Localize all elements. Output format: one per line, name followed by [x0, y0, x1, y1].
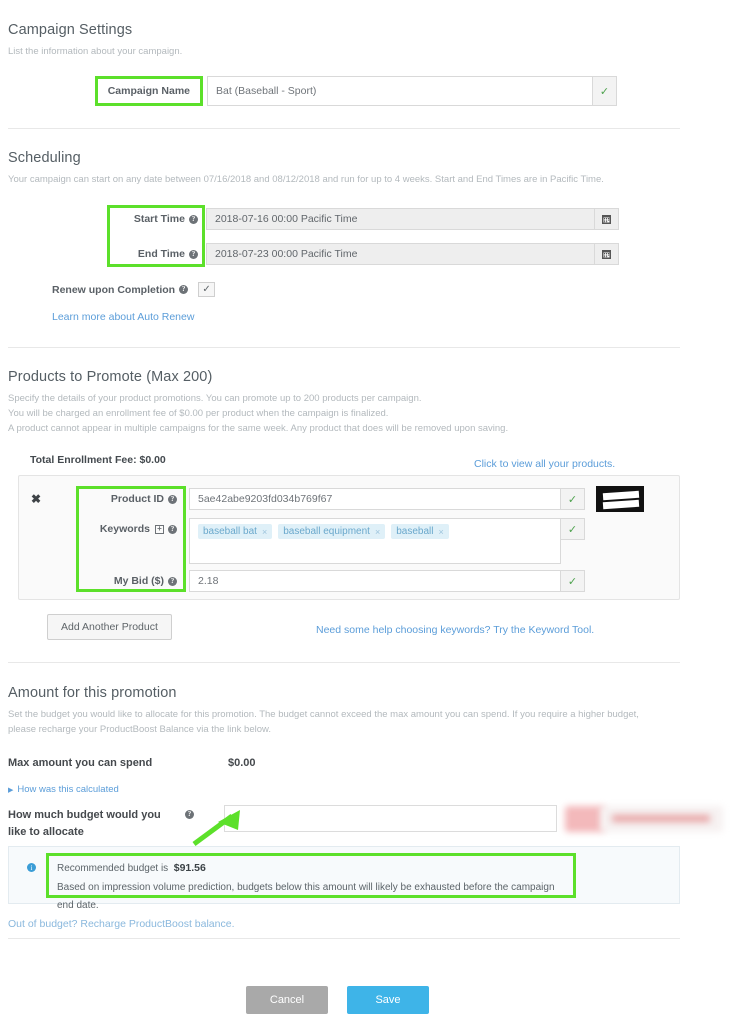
products-section: Products to Promote (Max 200) Specify th… [8, 369, 708, 436]
add-another-product-button[interactable]: Add Another Product [47, 614, 172, 640]
end-time-input[interactable]: 2018-07-23 00:00 Pacific Time [206, 243, 595, 265]
info-icon[interactable]: ? [168, 494, 177, 504]
products-title: Products to Promote (Max 200) [8, 369, 213, 385]
info-icon: i [27, 863, 36, 872]
info-icon[interactable]: ? [168, 576, 177, 586]
info-icon[interactable]: ? [189, 214, 198, 224]
products-subtitle-1: Specify the details of your product prom… [8, 393, 422, 404]
productboost-campaign-form: Campaign Settings List the information a… [0, 0, 736, 1024]
remove-keyword-icon[interactable]: × [438, 527, 443, 537]
view-all-products-link[interactable]: Click to view all your products. [474, 454, 615, 472]
scheduling-subtitle: Your campaign can start on any date betw… [8, 174, 604, 185]
max-spend-label: Max amount you can spend [8, 757, 153, 769]
validation-error-indicator [565, 806, 605, 832]
campaign-name-label: Campaign Name [95, 76, 203, 106]
amount-title: Amount for this promotion [8, 685, 177, 701]
section-divider-3 [8, 662, 680, 663]
keywords-input[interactable]: baseball bat × baseball equipment × base… [189, 518, 561, 564]
remove-keyword-icon[interactable]: × [375, 527, 380, 537]
section-divider-2 [8, 347, 680, 348]
bid-label: My Bid ($) ? [79, 570, 183, 592]
amount-section: Amount for this promotion Set the budget… [8, 685, 698, 737]
start-time-row: Start Time ? 2018-07-16 00:00 Pacific Ti… [110, 208, 619, 230]
product-thumbnail [596, 486, 644, 512]
product-id-input[interactable]: 5ae42abe9203fd034b769f67 [189, 488, 561, 510]
renew-row: Renew upon Completion ? ✓ [52, 282, 216, 297]
triangle-right-icon: ▶ [8, 786, 14, 794]
check-icon: ✓ [593, 76, 617, 106]
recommendation-annotation: Recommended budget is $91.56 Based on im… [46, 853, 576, 911]
amount-subtitle-1: Set the budget you would like to allocat… [8, 709, 639, 720]
max-spend-value: $0.00 [228, 757, 256, 769]
end-time-label: End Time ? [110, 243, 202, 265]
expand-icon[interactable]: + [155, 524, 164, 534]
end-time-row: End Time ? 2018-07-23 00:00 Pacific Time [110, 243, 619, 265]
remove-keyword-icon[interactable]: × [262, 527, 267, 537]
close-icon[interactable]: ✖ [31, 492, 41, 506]
recommended-budget-value: $91.56 [173, 862, 206, 874]
recharge-balance-link[interactable]: Out of budget? Recharge ProductBoost bal… [8, 914, 234, 932]
cancel-button[interactable]: Cancel [246, 986, 328, 1014]
total-enrollment-fee: Total Enrollment Fee: $0.00 [30, 454, 166, 466]
budget-allocate-label: How much budget would you like to alloca… [8, 809, 161, 838]
keyword-text: baseball equipment [283, 526, 370, 537]
campaign-settings-subtitle: List the information about your campaign… [8, 46, 183, 57]
arrow-annotation-icon [192, 810, 240, 847]
renew-label: Renew upon Completion [52, 283, 176, 296]
section-divider-4 [8, 938, 680, 939]
renew-checkbox[interactable]: ✓ [198, 282, 216, 297]
amount-subtitle-2: please recharge your ProductBoost Balanc… [8, 724, 271, 735]
bid-input[interactable]: 2.18 [189, 570, 561, 592]
validation-error-text [612, 815, 710, 822]
campaign-name-input[interactable]: Bat (Baseball - Sport) [207, 76, 593, 106]
scheduling-section: Scheduling Your campaign can start on an… [8, 150, 708, 187]
keyword-tag[interactable]: baseball × [391, 524, 449, 539]
keywords-label: Keywords + ? [79, 518, 183, 540]
product-id-label: Product ID ? [79, 488, 183, 510]
info-icon[interactable]: ? [189, 249, 198, 259]
products-subtitle-2: You will be charged an enrollment fee of… [8, 408, 389, 419]
campaign-name-row: Campaign Name Bat (Baseball - Sport) ✓ [95, 76, 617, 106]
check-icon: ✓ [561, 518, 585, 540]
recommended-line: Recommended budget is $91.56 [57, 862, 206, 874]
recommendation-text: Recommended budget is $91.56 Based on im… [49, 856, 573, 917]
calendar-icon[interactable] [595, 208, 619, 230]
campaign-settings-title: Campaign Settings [8, 22, 133, 38]
recommended-budget-box: i Recommended budget is $91.56 Based on … [8, 846, 680, 911]
campaign-settings-section: Campaign Settings List the information a… [8, 22, 182, 59]
info-icon[interactable]: ? [179, 285, 189, 294]
product-card: ✖ Product ID ? 5ae42abe9203fd034b769f67 … [18, 475, 680, 600]
keywords-row: Keywords + ? baseball bat × baseball equ… [79, 518, 585, 564]
keyword-tool-link[interactable]: Need some help choosing keywords? Try th… [316, 620, 594, 638]
keyword-tag[interactable]: baseball bat × [198, 524, 273, 539]
keyword-tag[interactable]: baseball equipment × [278, 524, 386, 539]
product-id-row: Product ID ? 5ae42abe9203fd034b769f67 ✓ [79, 488, 585, 510]
bid-row: My Bid ($) ? 2.18 ✓ [79, 570, 585, 592]
keyword-text: baseball [396, 526, 434, 537]
products-subtitle-3: A product cannot appear in multiple camp… [8, 423, 509, 434]
auto-renew-link[interactable]: Learn more about Auto Renew [52, 307, 194, 325]
how-was-this-calculated-toggle[interactable]: ▶ How was this calculated [8, 784, 119, 795]
check-icon: ✓ [561, 488, 585, 510]
budget-input[interactable] [224, 805, 557, 832]
scheduling-title: Scheduling [8, 150, 81, 166]
keyword-text: baseball bat [203, 526, 257, 537]
check-icon: ✓ [561, 570, 585, 592]
save-button[interactable]: Save [347, 986, 429, 1014]
start-time-label: Start Time ? [110, 208, 202, 230]
section-divider-1 [8, 128, 680, 129]
calendar-icon[interactable] [595, 243, 619, 265]
info-icon[interactable]: ? [168, 524, 177, 534]
start-time-input[interactable]: 2018-07-16 00:00 Pacific Time [206, 208, 595, 230]
recommendation-note: Based on impression volume prediction, b… [57, 882, 555, 911]
